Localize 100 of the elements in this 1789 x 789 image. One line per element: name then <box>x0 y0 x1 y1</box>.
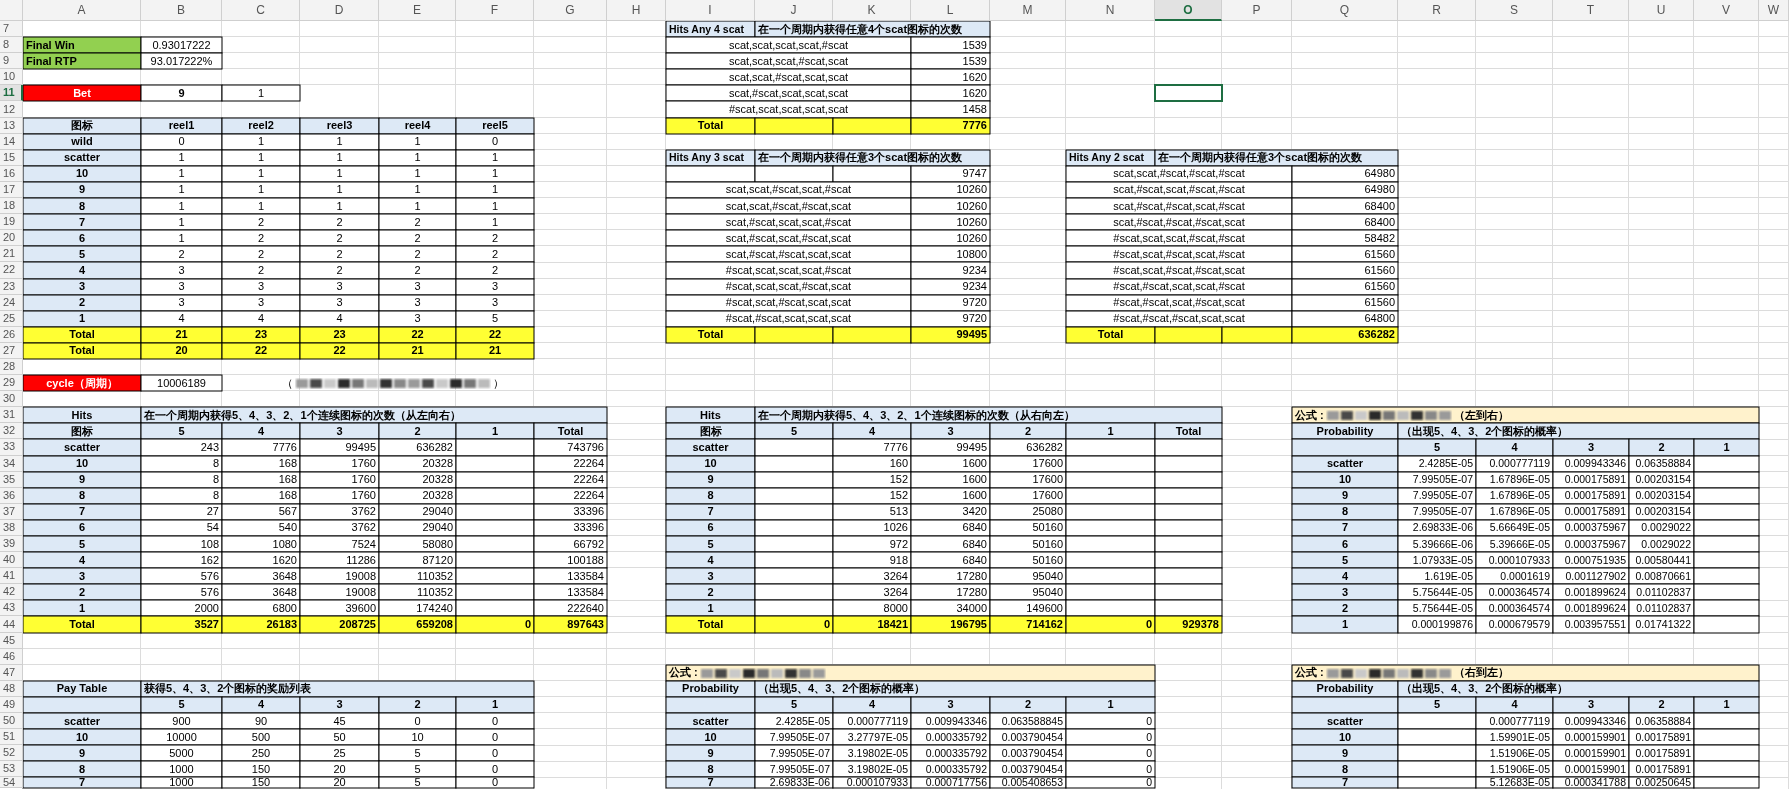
table-cell: Hits Any 3 scat <box>666 149 755 166</box>
table-cell: 0.000159901 <box>1553 745 1629 762</box>
table-cell: scatter <box>666 713 755 730</box>
total-cell: 20 <box>141 342 222 359</box>
table-cell: 50160 <box>990 552 1066 569</box>
column-header[interactable]: I <box>666 0 755 21</box>
table-cell: 636282 <box>379 439 456 456</box>
table-cell: 5 <box>379 777 456 789</box>
table-cell: 0.000175891 <box>1553 487 1629 504</box>
column-header[interactable]: D <box>300 0 379 21</box>
column-header[interactable]: N <box>1066 0 1155 21</box>
row-header[interactable]: 50 <box>0 713 23 730</box>
row-header[interactable]: 29 <box>0 375 23 392</box>
row-header[interactable]: 39 <box>0 536 23 553</box>
table-cell: 64980 <box>1292 165 1398 182</box>
row-header[interactable]: 12 <box>0 101 23 118</box>
header-cell: 图标 <box>23 423 141 440</box>
column-header[interactable]: S <box>1476 0 1553 21</box>
column-header[interactable]: R <box>1398 0 1476 21</box>
row-header[interactable]: 44 <box>0 616 23 633</box>
row-header[interactable]: 19 <box>0 214 23 231</box>
table-cell: 1 <box>222 165 300 182</box>
table-cell: 133584 <box>534 584 607 601</box>
table-cell: 33396 <box>534 519 607 536</box>
row-header[interactable]: 10 <box>0 69 23 86</box>
row-header[interactable]: 8 <box>0 37 23 54</box>
column-header[interactable]: F <box>456 0 534 21</box>
table-cell: 95040 <box>990 584 1066 601</box>
table-cell: 5.66649E-05 <box>1476 519 1553 536</box>
table-cell: 0.00203154 <box>1629 503 1694 520</box>
table-cell: 0 <box>1066 777 1155 789</box>
table-cell: 168 <box>222 455 300 472</box>
total-cell: 3527 <box>141 616 222 633</box>
table-cell: 0 <box>456 777 534 789</box>
table-cell: 0.000159901 <box>1553 729 1629 746</box>
column-header[interactable]: G <box>534 0 607 21</box>
row-header[interactable]: 54 <box>0 777 23 789</box>
column-header[interactable]: A <box>23 0 141 21</box>
row-header[interactable]: 51 <box>0 729 23 746</box>
table-cell: 20328 <box>379 487 456 504</box>
column-header[interactable]: K <box>833 0 911 21</box>
row-header[interactable]: 31 <box>0 407 23 424</box>
column-header[interactable]: J <box>755 0 833 21</box>
row-header[interactable]: 18 <box>0 198 23 215</box>
column-header[interactable]: T <box>1553 0 1629 21</box>
table-cell: 7 <box>23 777 141 789</box>
row-header[interactable]: 20 <box>0 230 23 247</box>
column-header[interactable]: V <box>1694 0 1759 21</box>
row-header[interactable]: 40 <box>0 552 23 569</box>
table-cell: 1 <box>222 198 300 215</box>
row-header[interactable]: 53 <box>0 761 23 778</box>
column-header[interactable]: O <box>1155 0 1222 21</box>
column-header[interactable]: H <box>607 0 666 21</box>
column-header[interactable]: L <box>911 0 990 21</box>
table-cell: 10 <box>666 729 755 746</box>
row-header[interactable]: 43 <box>0 600 23 617</box>
row-header[interactable]: 32 <box>0 423 23 440</box>
row-header[interactable]: 7 <box>0 21 23 38</box>
row-header[interactable]: 41 <box>0 568 23 585</box>
table-cell: 3 <box>222 294 300 311</box>
row-header[interactable]: 21 <box>0 246 23 263</box>
column-header[interactable]: W <box>1759 0 1789 21</box>
table-cell: 61560 <box>1292 294 1398 311</box>
table-cell: 9 <box>1292 745 1398 762</box>
table-cell: 540 <box>222 519 300 536</box>
table-cell: 8 <box>23 198 141 215</box>
column-header[interactable]: U <box>1629 0 1694 21</box>
table-cell: 3.19802E-05 <box>833 745 911 762</box>
table-cell: 9 <box>23 181 141 199</box>
row-header[interactable]: 42 <box>0 584 23 601</box>
row-header[interactable]: 22 <box>0 262 23 279</box>
row-header[interactable]: 33 <box>0 439 23 456</box>
column-header[interactable]: M <box>990 0 1066 21</box>
header-cell: 5 <box>755 423 833 440</box>
table-cell: 8 <box>141 471 222 488</box>
row-header[interactable]: 30 <box>0 391 23 408</box>
table-cell: 7.99505E-07 <box>755 729 833 746</box>
selected-cell[interactable] <box>1154 84 1223 103</box>
table-cell <box>1155 519 1222 536</box>
column-header[interactable]: B <box>141 0 222 21</box>
header-cell: reel4 <box>379 117 456 134</box>
table-cell: 8 <box>23 487 141 504</box>
total-cell: 23 <box>300 326 379 343</box>
table-cell: 6800 <box>222 600 300 617</box>
table-cell: 在一个周期内获得任意4个scat图标的次数 <box>755 21 990 38</box>
column-header[interactable]: P <box>1222 0 1292 21</box>
table-cell: Hits <box>23 407 141 424</box>
table-cell: scatter <box>23 713 141 730</box>
table-cell <box>1155 600 1222 617</box>
header-cell: 2 <box>1629 696 1694 714</box>
table-cell: 68400 <box>1292 214 1398 231</box>
row-header[interactable]: 9 <box>0 53 23 70</box>
row-header[interactable]: 11 <box>0 85 23 102</box>
column-header[interactable]: E <box>379 0 456 21</box>
table-cell: 0.01102837 <box>1629 584 1694 601</box>
column-header[interactable]: Q <box>1292 0 1398 21</box>
table-cell: 2 <box>141 246 222 263</box>
table-cell: 1 <box>300 181 379 199</box>
column-header[interactable]: C <box>222 0 300 21</box>
row-header[interactable]: 52 <box>0 745 23 762</box>
